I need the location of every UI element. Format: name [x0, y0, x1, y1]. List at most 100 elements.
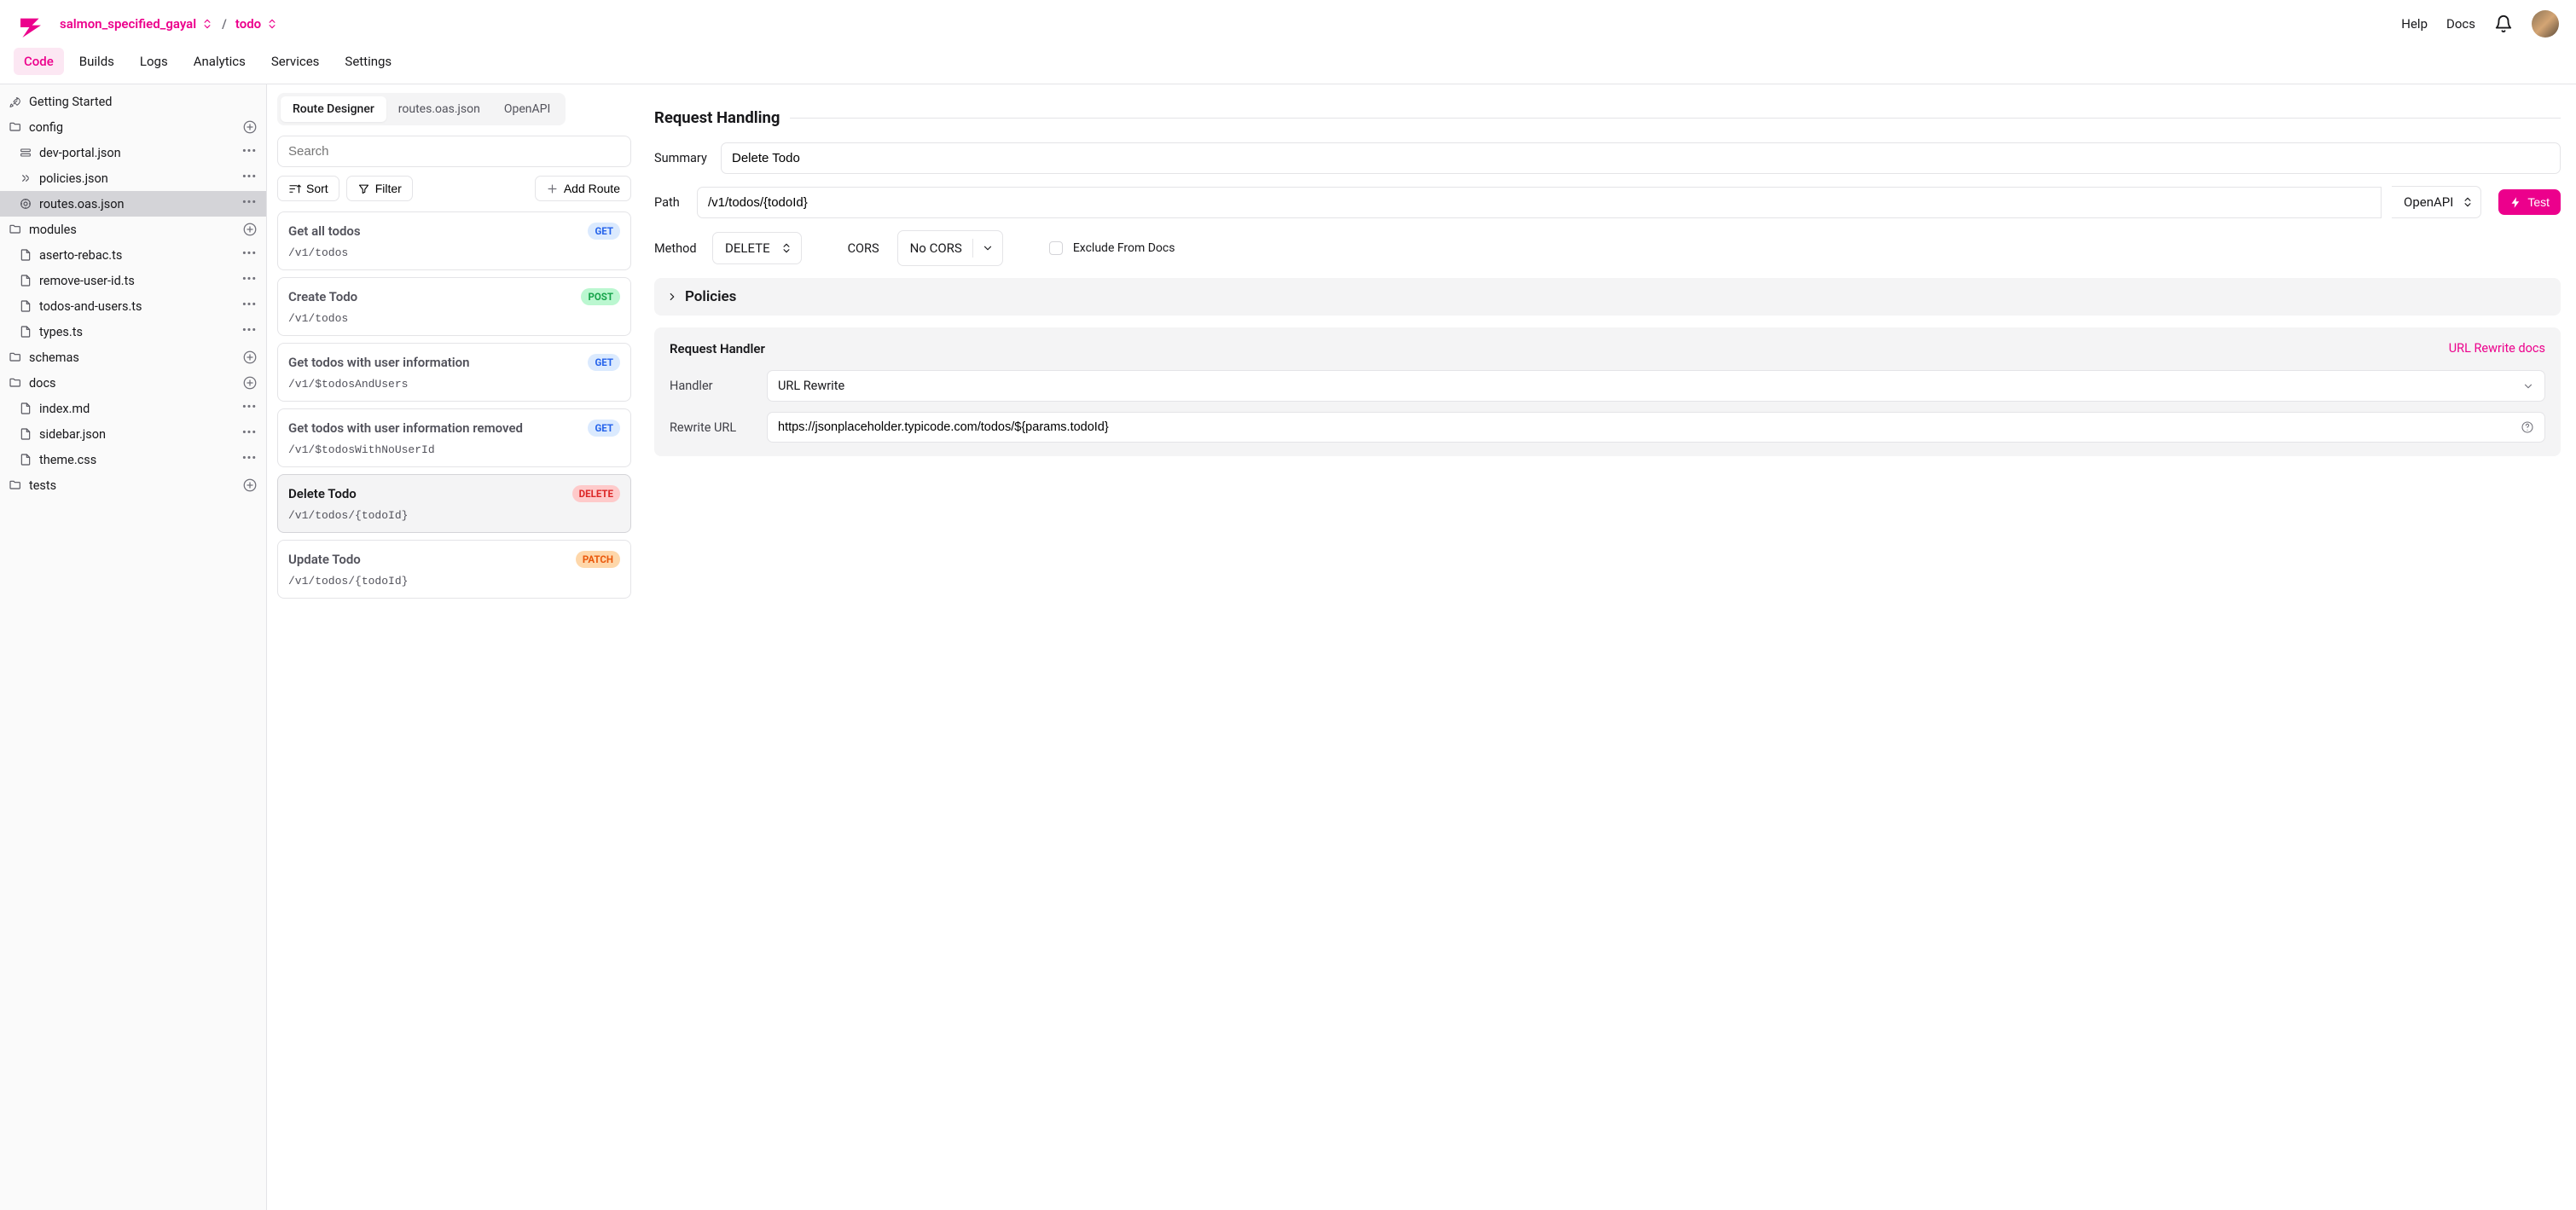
- sidebar-item-label: types.ts: [39, 325, 235, 339]
- chevron-updown-icon: [201, 18, 213, 30]
- chevron-right-icon: [666, 291, 678, 303]
- breadcrumb-env-label: todo: [235, 16, 261, 32]
- method-select[interactable]: DELETE: [712, 232, 802, 264]
- route-title: Get all todos: [288, 223, 361, 239]
- method-badge: POST: [581, 288, 620, 305]
- rewrite-url-input[interactable]: [778, 420, 2521, 434]
- sidebar-item[interactable]: remove-user-id.ts•••: [0, 268, 266, 293]
- tab-services[interactable]: Services: [261, 48, 330, 75]
- add-route-button[interactable]: Add Route: [535, 176, 631, 201]
- path-label: Path: [654, 195, 687, 210]
- plus-icon: [546, 182, 559, 195]
- sidebar-item-label: aserto-rebac.ts: [39, 248, 235, 263]
- cors-select[interactable]: No CORS: [897, 230, 1003, 266]
- sidebar-item[interactable]: aserto-rebac.ts •••: [0, 242, 266, 268]
- getting-started[interactable]: Getting Started: [0, 90, 266, 114]
- exclude-checkbox[interactable]: [1049, 241, 1063, 255]
- sidebar-item[interactable]: dev-portal.json•••: [0, 140, 266, 165]
- more-icon[interactable]: •••: [242, 247, 258, 263]
- route-path: /v1/todos: [288, 312, 620, 325]
- sidebar-item-label: todos-and-users.ts: [39, 299, 235, 314]
- handler-select[interactable]: URL Rewrite: [767, 370, 2545, 402]
- editor-tab[interactable]: Route Designer: [281, 96, 386, 122]
- breadcrumb-environment[interactable]: todo: [235, 16, 278, 32]
- method-badge: GET: [588, 354, 620, 371]
- filter-label: Filter: [375, 182, 402, 195]
- more-icon[interactable]: •••: [242, 401, 258, 416]
- method-badge: PATCH: [576, 551, 620, 568]
- more-icon[interactable]: •••: [242, 426, 258, 442]
- rocket-icon: [9, 96, 22, 109]
- tab-logs[interactable]: Logs: [130, 48, 178, 75]
- sidebar-item[interactable]: index.md •••: [0, 396, 266, 421]
- avatar[interactable]: [2532, 10, 2559, 38]
- sidebar-item[interactable]: modules: [0, 217, 266, 242]
- docs-link[interactable]: Docs: [2446, 16, 2475, 32]
- cfg-icon: [19, 146, 32, 159]
- folder-icon: [9, 223, 22, 236]
- route-card[interactable]: Get todos with user informationGET/v1/$t…: [277, 343, 631, 402]
- route-card[interactable]: Update TodoPATCH/v1/todos/{todoId}: [277, 540, 631, 599]
- plus-circle-icon[interactable]: [242, 119, 258, 135]
- handler-docs-link[interactable]: URL Rewrite docs: [2449, 341, 2545, 356]
- summary-input[interactable]: [721, 142, 2561, 174]
- breadcrumb-project[interactable]: salmon_specified_gayal: [60, 16, 213, 32]
- sidebar-item[interactable]: sidebar.json•••: [0, 421, 266, 447]
- plus-circle-icon[interactable]: [242, 375, 258, 391]
- tab-settings[interactable]: Settings: [334, 48, 402, 75]
- more-icon[interactable]: •••: [242, 273, 258, 288]
- summary-row: Summary: [654, 142, 2561, 174]
- more-icon[interactable]: •••: [242, 196, 258, 211]
- sidebar-item[interactable]: theme.css•••: [0, 447, 266, 472]
- exclude-label: Exclude From Docs: [1073, 241, 1175, 255]
- editor-tab[interactable]: OpenAPI: [492, 96, 562, 122]
- route-card[interactable]: Delete TodoDELETE/v1/todos/{todoId}: [277, 474, 631, 533]
- policies-accordion[interactable]: Policies: [654, 278, 2561, 316]
- sidebar-item[interactable]: policies.json •••: [0, 165, 266, 191]
- tab-builds[interactable]: Builds: [69, 48, 125, 75]
- filter-button[interactable]: Filter: [346, 176, 413, 201]
- editor-tab[interactable]: routes.oas.json: [386, 96, 492, 122]
- openapi-toggle[interactable]: OpenAPI: [2392, 186, 2481, 218]
- search-input[interactable]: [277, 136, 631, 167]
- help-link[interactable]: Help: [2401, 16, 2428, 32]
- route-path: /v1/$todosWithNoUserId: [288, 443, 620, 456]
- route-card[interactable]: Get todos with user information removedG…: [277, 408, 631, 467]
- sidebar-item[interactable]: routes.oas.json•••: [0, 191, 266, 217]
- sidebar-item[interactable]: docs: [0, 370, 266, 396]
- more-icon[interactable]: •••: [242, 298, 258, 314]
- sidebar-item-label: index.md: [39, 402, 235, 416]
- sidebar-item-label: policies.json: [39, 171, 235, 186]
- path-input[interactable]: [697, 187, 2382, 218]
- sidebar-item-label: modules: [29, 223, 235, 237]
- route-path: /v1/todos/{todoId}: [288, 575, 620, 588]
- method-badge: GET: [588, 223, 620, 240]
- tab-code[interactable]: Code: [14, 48, 64, 75]
- plus-circle-icon[interactable]: [242, 350, 258, 365]
- cors-value: No CORS: [910, 240, 962, 256]
- topbar-right: Help Docs: [2401, 10, 2559, 38]
- route-card[interactable]: Create TodoPOST/v1/todos: [277, 277, 631, 336]
- sidebar-item[interactable]: todos-and-users.ts •••: [0, 293, 266, 319]
- sidebar-item-label: schemas: [29, 350, 235, 365]
- more-icon[interactable]: •••: [242, 171, 258, 186]
- route-card[interactable]: Get all todos GET/v1/todos: [277, 211, 631, 270]
- test-button[interactable]: Test: [2498, 189, 2561, 215]
- more-icon[interactable]: •••: [242, 145, 258, 160]
- sort-button[interactable]: Sort: [277, 176, 339, 201]
- route-path: /v1/todos: [288, 246, 620, 259]
- tab-analytics[interactable]: Analytics: [183, 48, 256, 75]
- plus-circle-icon[interactable]: [242, 478, 258, 493]
- sidebar-item[interactable]: tests: [0, 472, 266, 498]
- sidebar-item[interactable]: config: [0, 114, 266, 140]
- more-icon[interactable]: •••: [242, 452, 258, 467]
- help-icon[interactable]: [2521, 420, 2534, 434]
- plus-circle-icon[interactable]: [242, 222, 258, 237]
- sidebar-item[interactable]: types.ts •••: [0, 319, 266, 344]
- file-icon: [19, 402, 32, 415]
- logo[interactable]: [17, 10, 44, 38]
- folder-icon: [9, 376, 22, 390]
- more-icon[interactable]: •••: [242, 324, 258, 339]
- bell-icon[interactable]: [2494, 14, 2513, 33]
- sidebar-item[interactable]: schemas: [0, 344, 266, 370]
